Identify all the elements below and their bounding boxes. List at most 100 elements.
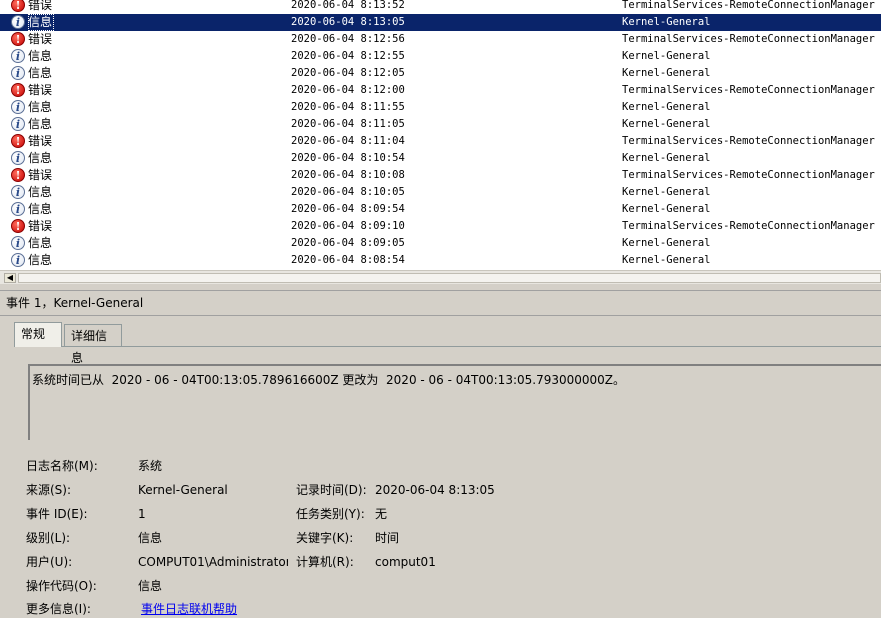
event-source: Kernel-General <box>622 203 711 215</box>
event-level: 信息 <box>28 253 53 267</box>
info-icon: i <box>11 66 25 80</box>
pane-splitter[interactable] <box>0 284 881 291</box>
event-row[interactable]: i 信息 2020-06-04 8:10:54 Kernel-General <box>0 150 881 167</box>
event-level: 信息 <box>28 66 53 80</box>
info-icon: i <box>11 100 25 114</box>
log-name-value: 系统 <box>138 459 163 473</box>
event-row[interactable]: ! 错误 2020-06-04 8:12:00 TerminalServices-Re… <box>0 82 881 99</box>
event-datetime: 2020-06-04 8:10:08 <box>291 169 405 181</box>
logged-value: 2020-06-04 8:13:05 <box>375 483 495 497</box>
event-source: TerminalServices-RemoteConnectionManager <box>622 169 875 181</box>
event-source: Kernel-General <box>622 101 711 113</box>
event-level: 信息 <box>28 202 53 216</box>
info-icon: i <box>11 185 25 199</box>
event-row[interactable]: i 信息 2020-06-04 8:12:05 Kernel-General <box>0 65 881 82</box>
event-list[interactable]: ! 错误 2020-06-04 8:13:52 TerminalServices-Re… <box>0 0 881 270</box>
tab-panel-border <box>14 346 881 347</box>
event-row[interactable]: ! 错误 2020-06-04 8:13:52 TerminalServices-Re… <box>0 0 881 14</box>
event-source: Kernel-General <box>622 152 711 164</box>
event-source: Kernel-General <box>622 118 711 130</box>
event-datetime: 2020-06-04 8:11:55 <box>291 101 405 113</box>
event-source: TerminalServices-RemoteConnectionManager <box>622 0 875 11</box>
source-label: 来源(S): <box>26 483 72 497</box>
event-datetime: 2020-06-04 8:11:05 <box>291 118 405 130</box>
error-icon: ! <box>11 219 25 233</box>
event-row[interactable]: i 信息 2020-06-04 8:10:05 Kernel-General <box>0 184 881 201</box>
log-name-label: 日志名称(M): <box>26 459 98 473</box>
event-row[interactable]: i 信息 2020-06-04 8:12:55 Kernel-General <box>0 48 881 65</box>
event-source: Kernel-General <box>622 237 711 249</box>
event-row[interactable]: i 信息 2020-06-04 8:13:05 Kernel-General <box>0 14 881 31</box>
event-row[interactable]: ! 错误 2020-06-04 8:09:10 TerminalServices-Re… <box>0 218 881 235</box>
logged-label: 记录时间(D): <box>296 483 367 497</box>
event-message-box[interactable]: 系统时间已从 2020 - 06 - 04T00:13:05.789616600… <box>28 364 881 440</box>
event-level: 信息 <box>28 49 53 63</box>
event-source: Kernel-General <box>622 254 711 266</box>
task-category-value: 无 <box>375 507 388 521</box>
computer-label: 计算机(R): <box>296 555 354 569</box>
event-level: 信息 <box>28 117 53 131</box>
more-info-label: 更多信息(I): <box>26 602 91 616</box>
event-datetime: 2020-06-04 8:10:54 <box>291 152 405 164</box>
opcode-value: 信息 <box>138 579 163 593</box>
source-value: Kernel-General <box>138 483 228 497</box>
tab-details[interactable]: 详细信息 <box>64 324 122 365</box>
event-level: 信息 <box>28 236 53 250</box>
event-message-text: 系统时间已从 2020 - 06 - 04T00:13:05.789616600… <box>32 373 626 387</box>
tab-general[interactable]: 常规 <box>14 322 62 347</box>
event-datetime: 2020-06-04 8:12:00 <box>291 84 405 96</box>
horizontal-scrollbar[interactable]: ◀ <box>0 270 881 285</box>
event-datetime: 2020-06-04 8:12:05 <box>291 67 405 79</box>
user-value: COMPUT01\Administrator <box>138 555 288 569</box>
scrollbar-thumb[interactable] <box>18 273 881 283</box>
event-datetime: 2020-06-04 8:10:05 <box>291 186 405 198</box>
info-icon: i <box>11 49 25 63</box>
event-row[interactable]: i 信息 2020-06-04 8:09:54 Kernel-General <box>0 201 881 218</box>
event-source: TerminalServices-RemoteConnectionManager <box>622 135 875 147</box>
event-level: 信息 <box>28 100 53 114</box>
event-source: Kernel-General <box>622 67 711 79</box>
error-icon: ! <box>11 32 25 46</box>
info-icon: i <box>11 151 25 165</box>
event-datetime: 2020-06-04 8:08:54 <box>291 254 405 266</box>
event-level: 错误 <box>28 0 53 12</box>
level-value: 信息 <box>138 531 163 545</box>
event-datetime: 2020-06-04 8:13:52 <box>291 0 405 11</box>
task-category-label: 任务类别(Y): <box>296 507 365 521</box>
event-id-value: 1 <box>138 507 146 521</box>
opcode-label: 操作代码(O): <box>26 579 97 593</box>
scroll-left-arrow-icon[interactable]: ◀ <box>4 273 16 283</box>
event-row[interactable]: i 信息 2020-06-04 8:08:54 Kernel-General <box>0 252 881 269</box>
error-icon: ! <box>11 83 25 97</box>
event-source: Kernel-General <box>622 186 711 198</box>
info-icon: i <box>11 253 25 267</box>
event-row[interactable]: i 信息 2020-06-04 8:11:55 Kernel-General <box>0 99 881 116</box>
event-datetime: 2020-06-04 8:12:56 <box>291 33 405 45</box>
error-icon: ! <box>11 168 25 182</box>
event-row[interactable]: ! 错误 2020-06-04 8:10:08 TerminalServices-Re… <box>0 167 881 184</box>
event-level: 信息 <box>28 185 53 199</box>
detail-header: 事件 1，Kernel-General <box>6 296 144 310</box>
event-id-label: 事件 ID(E): <box>26 507 88 521</box>
event-datetime: 2020-06-04 8:11:04 <box>291 135 405 147</box>
event-level: 错误 <box>28 134 53 148</box>
computer-value: comput01 <box>375 555 436 569</box>
event-datetime: 2020-06-04 8:09:54 <box>291 203 405 215</box>
user-label: 用户(U): <box>26 555 73 569</box>
event-level: 错误 <box>28 219 53 233</box>
event-datetime: 2020-06-04 8:09:10 <box>291 220 405 232</box>
level-label: 级别(L): <box>26 531 71 545</box>
info-icon: i <box>11 202 25 216</box>
event-row[interactable]: i 信息 2020-06-04 8:11:05 Kernel-General <box>0 116 881 133</box>
info-icon: i <box>11 117 25 131</box>
event-source: TerminalServices-RemoteConnectionManager <box>622 220 875 232</box>
keywords-value: 时间 <box>375 531 400 545</box>
info-icon: i <box>11 15 25 29</box>
event-row[interactable]: ! 错误 2020-06-04 8:12:56 TerminalServices-Re… <box>0 31 881 48</box>
event-row[interactable]: i 信息 2020-06-04 8:09:05 Kernel-General <box>0 235 881 252</box>
event-source: Kernel-General <box>622 50 711 62</box>
event-row[interactable]: ! 错误 2020-06-04 8:11:04 TerminalServices-Re… <box>0 133 881 150</box>
event-level: 错误 <box>28 83 53 97</box>
event-source: TerminalServices-RemoteConnectionManager <box>622 84 875 96</box>
online-help-link[interactable]: 事件日志联机帮助 <box>141 600 237 618</box>
